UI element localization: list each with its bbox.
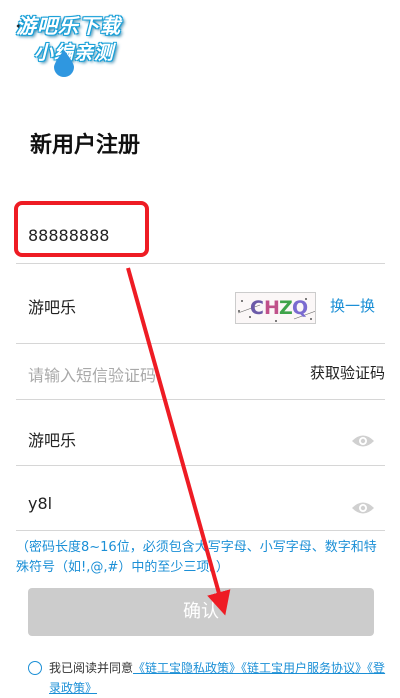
watermark-line-1: 游吧乐下载	[16, 14, 121, 38]
watermark: 游吧乐下载 小编亲测	[10, 4, 160, 66]
privacy-policy-link[interactable]: 《链工宝隐私政策》	[133, 661, 241, 675]
service-agreement-link[interactable]: 《链工宝用户服务协议》	[241, 661, 367, 675]
annotation-highlight-box	[14, 201, 149, 257]
sms-code-input[interactable]: 请输入短信验证码	[28, 362, 156, 386]
get-sms-code-button[interactable]: 获取验证码	[310, 362, 385, 383]
captcha-refresh-button[interactable]: 换一换	[330, 295, 375, 316]
agreement: 我已阅读并同意《链工宝隐私政策》《链工宝用户服务协议》《登录政策》	[28, 658, 388, 698]
captcha-char: H	[264, 297, 280, 319]
captcha-char: Q	[292, 297, 309, 319]
agree-radio[interactable]	[28, 661, 42, 675]
captcha-input[interactable]: 游吧乐	[28, 294, 76, 318]
confirm-password-input[interactable]: y8l	[28, 494, 52, 513]
captcha-field[interactable]: 游吧乐 C H Z Q 换一换	[16, 264, 385, 344]
captcha-char: C	[250, 297, 264, 319]
agreement-text: 我已阅读并同意《链工宝隐私政策》《链工宝用户服务协议》《登录政策》	[28, 658, 388, 698]
page-title: 新用户注册	[30, 133, 141, 158]
sms-code-field[interactable]: 请输入短信验证码 获取验证码	[16, 344, 385, 400]
eye-icon[interactable]	[351, 500, 375, 516]
agreement-prefix: 我已阅读并同意	[49, 661, 134, 675]
water-drop-icon	[54, 50, 74, 77]
password-input[interactable]: 游吧乐	[28, 427, 76, 451]
captcha-char: Z	[279, 297, 293, 319]
password-hint: （密码长度8~16位，必须包含大写字母、小写字母、数字和特殊符号（如!,@,#）…	[16, 540, 377, 575]
captcha-image[interactable]: C H Z Q	[235, 292, 316, 324]
confirm-button[interactable]: 确认	[28, 588, 374, 636]
password-field[interactable]: 游吧乐	[16, 400, 385, 466]
eye-icon[interactable]	[351, 433, 375, 449]
confirm-password-field[interactable]: y8l	[16, 466, 385, 531]
